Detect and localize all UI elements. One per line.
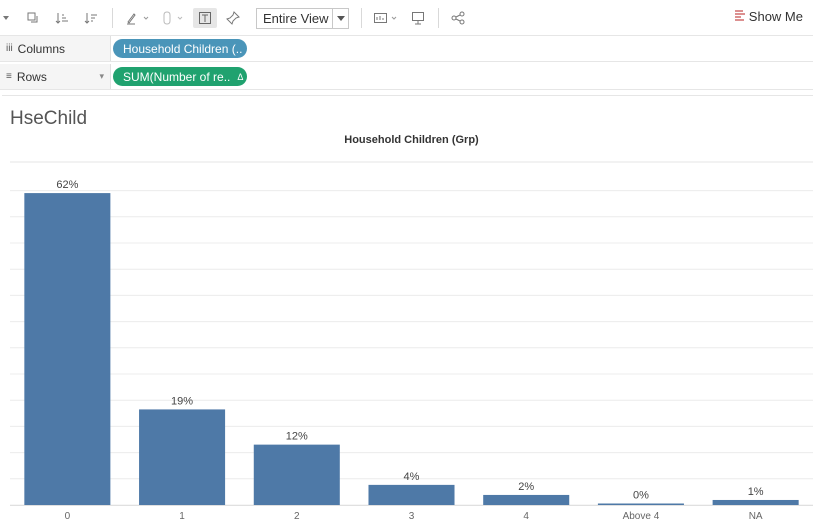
bar-data-label: 62% bbox=[56, 179, 78, 191]
rows-shelf: ≡ Rows ▾ SUM(Number of re.. Δ bbox=[0, 64, 813, 90]
bar-chart: 62% 0 19% 1 12% 2 4% 3 2% 4 0% Above 4 1% NA bbox=[10, 161, 813, 522]
fit-view-select-label: Entire View bbox=[263, 11, 329, 26]
bar[interactable] bbox=[24, 193, 111, 505]
columns-label-text: Columns bbox=[17, 41, 66, 56]
rows-label-text: Rows bbox=[16, 69, 47, 84]
columns-shelf: iii Columns Household Children (.. bbox=[0, 36, 813, 62]
x-tick-label: 0 bbox=[65, 511, 71, 522]
table-calc-delta-icon: Δ bbox=[237, 71, 244, 82]
swap-icon[interactable] bbox=[24, 8, 42, 28]
viz-area: HseChild Household Children (Grp) 62% 0 19… bbox=[2, 95, 813, 530]
bar[interactable] bbox=[139, 409, 226, 505]
share-icon[interactable] bbox=[449, 8, 467, 28]
rows-shelf-label: ≡ Rows ▾ bbox=[0, 64, 111, 89]
toolbar: Entire View Show Me bbox=[0, 0, 813, 36]
x-tick-label: 3 bbox=[409, 511, 415, 522]
pin-icon[interactable] bbox=[224, 8, 242, 28]
columns-drop-area[interactable]: Household Children (.. bbox=[111, 36, 813, 61]
label-icon[interactable] bbox=[193, 8, 217, 28]
bar-data-label: 2% bbox=[518, 481, 534, 493]
rows-icon: ≡ bbox=[6, 71, 12, 82]
toolbar-dropdown-arrow-icon[interactable] bbox=[2, 8, 10, 28]
show-me-button[interactable]: Show Me bbox=[734, 9, 803, 24]
chevron-down-icon[interactable] bbox=[332, 9, 348, 28]
bar[interactable] bbox=[597, 503, 684, 506]
x-tick-label: 4 bbox=[523, 511, 529, 522]
rows-drop-area[interactable]: SUM(Number of re.. Δ bbox=[111, 64, 813, 89]
toolbar-separator bbox=[361, 8, 362, 28]
columns-shelf-label: iii Columns bbox=[0, 36, 111, 61]
highlight-icon[interactable] bbox=[124, 8, 152, 28]
bar-data-label: 12% bbox=[286, 431, 308, 443]
bar-data-label: 4% bbox=[404, 471, 420, 483]
sort-ascending-icon[interactable] bbox=[53, 8, 71, 28]
bar-data-label: 0% bbox=[633, 490, 649, 502]
rows-pill-label: SUM(Number of re.. bbox=[123, 69, 231, 84]
group-icon[interactable] bbox=[158, 8, 186, 28]
show-me-icon bbox=[734, 9, 745, 24]
rows-pill-sum-number-of-records[interactable]: SUM(Number of re.. Δ bbox=[113, 67, 247, 86]
sort-descending-icon[interactable] bbox=[82, 8, 100, 28]
toolbar-separator bbox=[112, 8, 113, 28]
columns-pill-label: Household Children (.. bbox=[123, 41, 243, 56]
rows-dropdown-icon[interactable]: ▾ bbox=[99, 71, 104, 82]
x-tick-label: Above 4 bbox=[623, 511, 660, 522]
bar[interactable] bbox=[253, 444, 340, 505]
bar[interactable] bbox=[712, 499, 799, 505]
x-tick-label: 1 bbox=[179, 511, 185, 522]
bar[interactable] bbox=[368, 484, 455, 505]
x-tick-label: 2 bbox=[294, 511, 300, 522]
fit-view-select[interactable]: Entire View bbox=[256, 8, 349, 29]
columns-icon: iii bbox=[6, 43, 13, 54]
columns-pill-household-children[interactable]: Household Children (.. bbox=[113, 39, 247, 58]
bar-data-label: 1% bbox=[748, 486, 764, 498]
show-me-label: Show Me bbox=[748, 9, 803, 24]
bar-data-label: 19% bbox=[171, 395, 193, 407]
bar[interactable] bbox=[483, 494, 570, 505]
toolbar-separator bbox=[438, 8, 439, 28]
x-tick-label: NA bbox=[749, 511, 763, 522]
view-select-icon[interactable] bbox=[372, 8, 400, 28]
presentation-icon[interactable] bbox=[409, 8, 427, 28]
